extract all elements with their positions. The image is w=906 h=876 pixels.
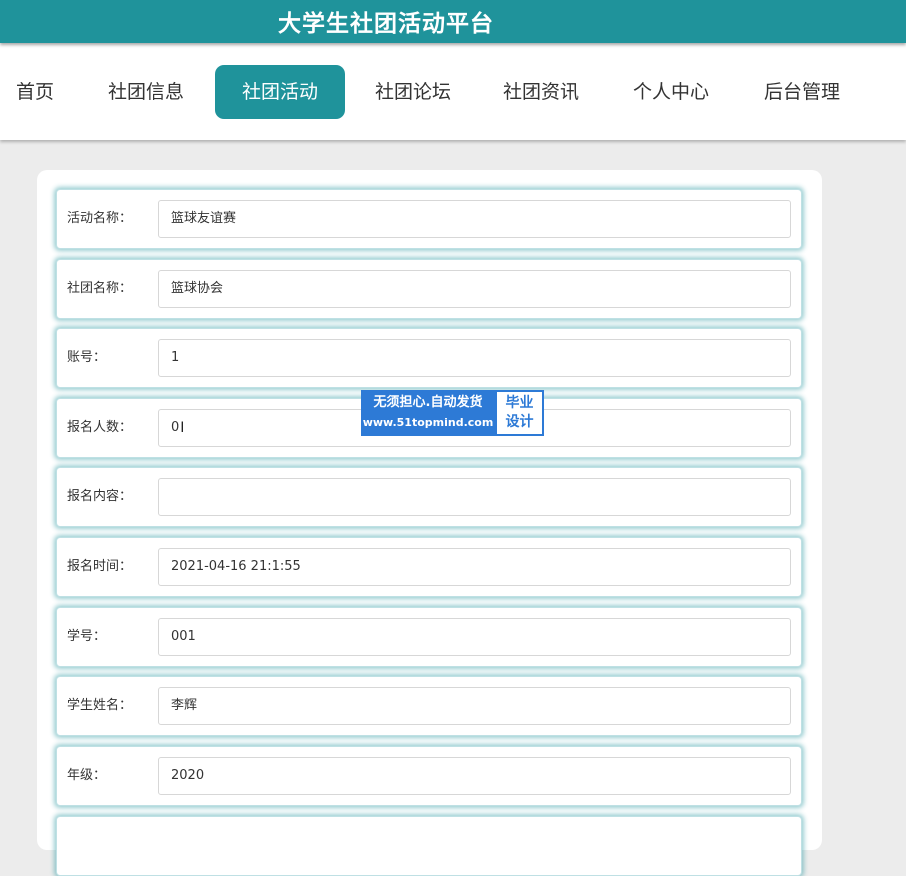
watermark-badge: 无须担心.自动发货 www.51topmind.com 毕业 设计 <box>361 390 544 436</box>
nav-club-forum[interactable]: 社团论坛 <box>362 65 464 119</box>
field-label: 报名时间： <box>67 559 133 574</box>
signup-content-field[interactable] <box>158 478 791 516</box>
account-field[interactable]: 1 <box>158 339 791 377</box>
watermark-line1: 无须担心.自动发货 <box>373 395 483 410</box>
form-row-activity-name: 活动名称： 篮球友谊赛 <box>56 189 802 249</box>
form-row-student-id: 学号： 001 <box>56 607 802 667</box>
field-label: 学生姓名： <box>67 698 133 713</box>
signup-time-field[interactable]: 2021-04-16 21:1:55 <box>158 548 791 586</box>
field-label: 账号： <box>67 350 107 365</box>
app-header: 大学生社团活动平台 <box>0 0 906 43</box>
text-cursor-icon: I <box>180 420 185 436</box>
grade-field[interactable]: 2020 <box>158 757 791 795</box>
form-row-signup-content: 报名内容： <box>56 467 802 527</box>
nav-club-info[interactable]: 社团信息 <box>95 65 197 119</box>
nav-home[interactable]: 首页 <box>0 65 70 119</box>
watermark-text-block: 无须担心.自动发货 www.51topmind.com <box>361 390 495 436</box>
watermark-line2: www.51topmind.com <box>362 416 494 429</box>
watermark-badge-line1: 毕业 <box>505 395 534 411</box>
field-label: 社团名称： <box>67 281 133 296</box>
club-name-field[interactable]: 篮球协会 <box>158 270 791 308</box>
field-label: 活动名称： <box>67 211 133 226</box>
app-title: 大学生社团活动平台 <box>278 11 494 37</box>
signup-count-value: 0 <box>171 420 180 435</box>
nav-club-activities[interactable]: 社团活动 <box>215 65 345 119</box>
form-row-next <box>56 816 802 876</box>
nav-admin[interactable]: 后台管理 <box>751 65 853 119</box>
nav-personal-center[interactable]: 个人中心 <box>620 65 722 119</box>
form-row-account: 账号： 1 <box>56 328 802 388</box>
student-name-field[interactable]: 李辉 <box>158 687 791 725</box>
field-label: 年级： <box>67 768 107 783</box>
main-nav: 首页 社团信息 社团活动 社团论坛 社团资讯 个人中心 后台管理 <box>0 43 906 140</box>
activity-name-field[interactable]: 篮球友谊赛 <box>158 200 791 238</box>
form-row-grade: 年级： 2020 <box>56 746 802 806</box>
field-label: 报名人数： <box>67 420 133 435</box>
field-label: 学号： <box>67 629 107 644</box>
watermark-badge-line2: 设计 <box>505 414 534 430</box>
watermark-badge-box: 毕业 设计 <box>495 390 544 436</box>
form-row-signup-time: 报名时间： 2021-04-16 21:1:55 <box>56 537 802 597</box>
form-row-club-name: 社团名称： 篮球协会 <box>56 259 802 319</box>
form-row-student-name: 学生姓名： 李辉 <box>56 676 802 736</box>
field-label: 报名内容： <box>67 489 133 504</box>
nav-club-news[interactable]: 社团资讯 <box>490 65 592 119</box>
student-id-field[interactable]: 001 <box>158 618 791 656</box>
